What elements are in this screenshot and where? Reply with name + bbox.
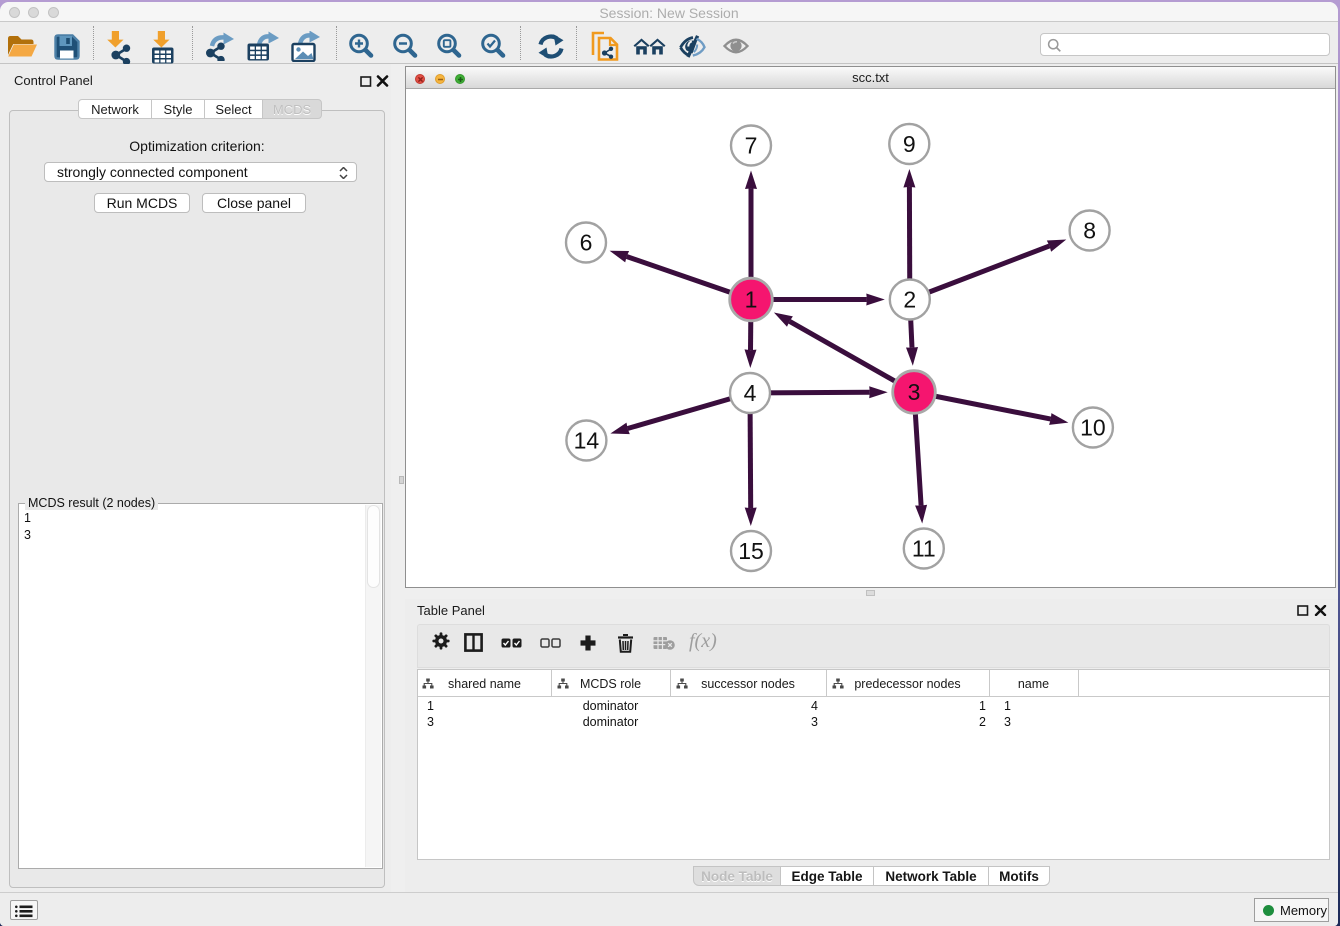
svg-text:14: 14 bbox=[574, 428, 600, 454]
svg-text:4: 4 bbox=[744, 380, 757, 406]
svg-text:1: 1 bbox=[745, 287, 758, 313]
svg-text:3: 3 bbox=[908, 379, 921, 405]
svg-text:8: 8 bbox=[1083, 218, 1096, 244]
svg-text:10: 10 bbox=[1080, 415, 1106, 441]
svg-text:11: 11 bbox=[912, 536, 936, 562]
svg-text:7: 7 bbox=[745, 133, 758, 159]
svg-text:2: 2 bbox=[903, 287, 916, 313]
svg-text:6: 6 bbox=[580, 230, 593, 256]
svg-text:15: 15 bbox=[738, 538, 764, 564]
svg-text:9: 9 bbox=[903, 131, 916, 157]
